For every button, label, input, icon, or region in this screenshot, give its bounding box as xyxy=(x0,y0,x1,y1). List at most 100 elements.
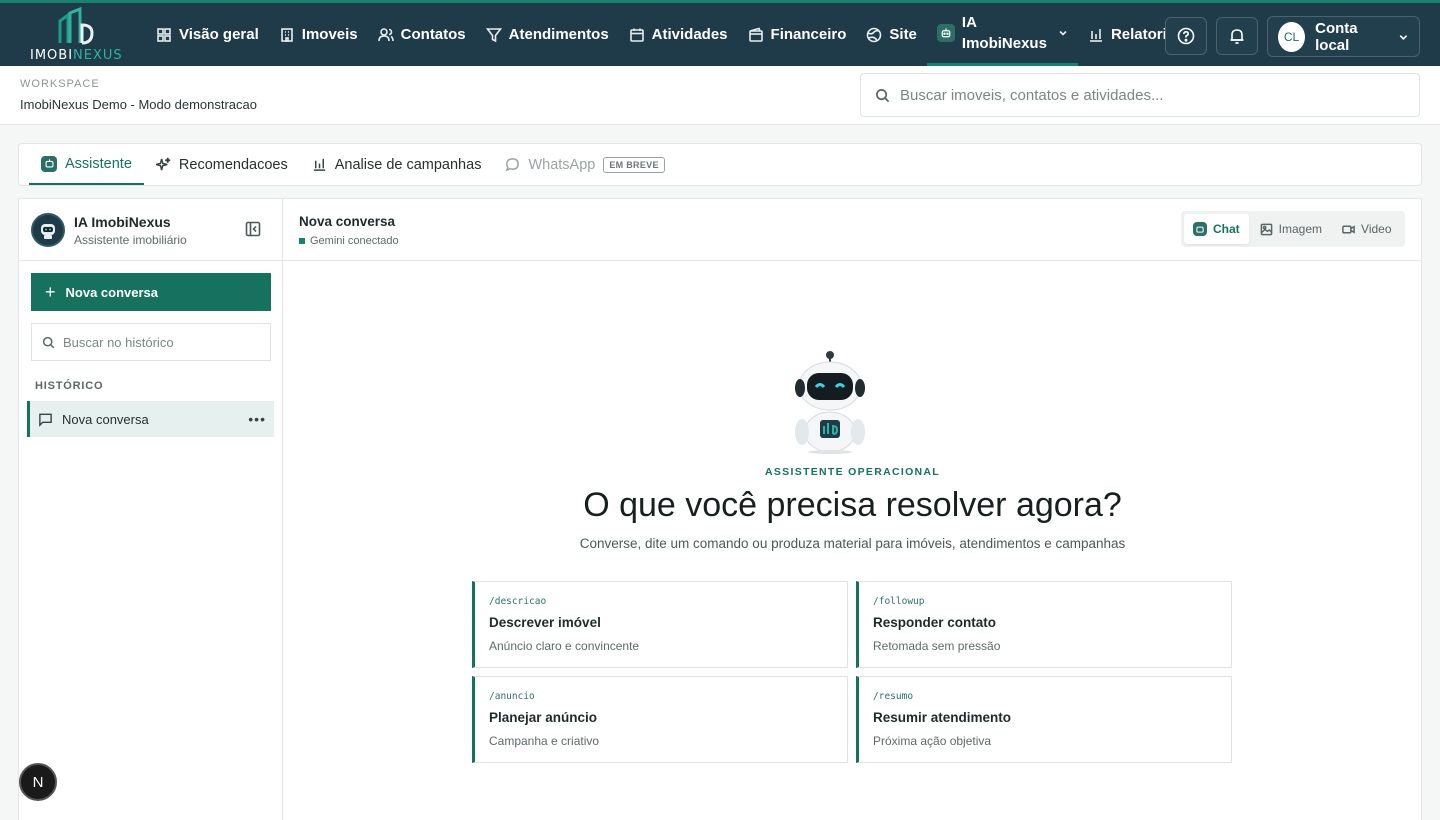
workspace-label: WORKSPACE xyxy=(20,78,100,90)
chat-bubble-icon xyxy=(506,158,520,172)
nav-item-label: Site xyxy=(889,26,917,43)
imobinexus-logo[interactable]: IMOBINEXUS xyxy=(26,6,126,65)
dev-tools-badge[interactable]: N xyxy=(19,763,57,801)
tab-analise-campanhas[interactable]: Analise de campanhas xyxy=(300,144,494,185)
sidebar-subtitle: Assistente imobiliário xyxy=(74,233,187,247)
connection-status-label: Gemini conectado xyxy=(310,235,399,247)
mode-imagem[interactable]: Imagem xyxy=(1251,214,1331,244)
ia-tabs: Assistente Recomendacoes Analise de camp… xyxy=(18,143,1422,186)
global-search-placeholder: Buscar imoveis, contatos e atividades... xyxy=(900,86,1164,104)
avatar: CL xyxy=(1278,21,1306,52)
help-button[interactable] xyxy=(1165,17,1207,55)
logo-mark-icon xyxy=(58,6,94,45)
new-conversation-button[interactable]: + Nova conversa xyxy=(31,273,271,311)
tab-recomendacoes[interactable]: Recomendacoes xyxy=(144,144,300,185)
more-options-icon[interactable]: ••• xyxy=(248,411,266,427)
calendar-icon xyxy=(629,28,644,42)
chat-header: Nova conversa Gemini conectado Chat Imag… xyxy=(283,199,1421,261)
users-icon xyxy=(377,27,394,41)
notifications-button[interactable] xyxy=(1216,17,1258,55)
nav-item-imoveis[interactable]: Imoveis xyxy=(269,3,368,66)
command-subtitle: Retomada sem pressão xyxy=(873,639,1001,653)
nav-item-label: Atendimentos xyxy=(508,26,609,43)
grid-icon xyxy=(157,27,171,42)
history-search-input[interactable]: Buscar no histórico xyxy=(31,323,271,361)
logo-word: IMOBINEXUS xyxy=(30,48,123,63)
nav-item-visao-geral[interactable]: Visão geral xyxy=(146,3,269,66)
quick-command-card[interactable]: /anuncio Planejar anúncio Campanha e cri… xyxy=(472,676,848,763)
tab-label: WhatsApp xyxy=(528,156,596,173)
quick-command-card[interactable]: /resumo Resumir atendimento Próxima ação… xyxy=(856,676,1232,763)
bot-icon xyxy=(41,155,57,172)
mode-switcher: Chat Imagem Video xyxy=(1181,211,1405,247)
connection-status: Gemini conectado xyxy=(299,235,399,247)
plus-icon: + xyxy=(45,282,56,302)
building-icon xyxy=(280,27,293,42)
conversation-title: Nova conversa xyxy=(299,214,396,229)
nav-item-site[interactable]: Site xyxy=(856,3,927,66)
quick-command-card[interactable]: /descricao Descrever imóvel Anúncio clar… xyxy=(472,581,848,668)
panel-collapse-icon xyxy=(245,221,261,237)
image-icon xyxy=(1260,223,1273,235)
command-slug: /followup xyxy=(873,596,925,607)
command-subtitle: Anúncio claro e convincente xyxy=(489,639,640,653)
top-navbar: IMOBINEXUS Visão geral Imoveis Contatos … xyxy=(0,0,1440,66)
chevron-down-icon xyxy=(1059,30,1067,36)
account-menu[interactable]: CL Conta local xyxy=(1267,16,1420,57)
sidebar-header: IA ImobiNexus Assistente imobiliário xyxy=(19,199,282,261)
tab-label: Recomendacoes xyxy=(178,156,288,173)
history-item-label: Nova conversa xyxy=(62,411,149,427)
help-circle-icon xyxy=(1177,27,1195,45)
command-slug: /descricao xyxy=(489,596,547,607)
bell-icon xyxy=(1230,29,1244,44)
account-label: Conta local xyxy=(1315,19,1358,54)
video-icon xyxy=(1342,224,1355,234)
quick-commands: /descricao Descrever imóvel Anúncio clar… xyxy=(472,581,1232,763)
bar-chart-icon xyxy=(313,158,325,171)
mode-label: Imagem xyxy=(1278,222,1323,236)
command-title: Resumir atendimento xyxy=(873,710,1012,725)
command-slug: /resumo xyxy=(873,691,914,702)
new-conversation-label: Nova conversa xyxy=(65,284,159,300)
nav-item-atividades[interactable]: Atividades xyxy=(619,3,738,66)
status-dot xyxy=(299,238,305,244)
command-title: Planejar anúncio xyxy=(489,710,598,725)
search-icon xyxy=(42,336,55,348)
hero-subtitle: Converse, dite um comando ou produza mat… xyxy=(579,536,1126,551)
mode-label: Video xyxy=(1361,222,1392,236)
robot-mascot-icon xyxy=(795,351,865,454)
global-search-input[interactable]: Buscar imoveis, contatos e atividades... xyxy=(860,73,1420,117)
history-item[interactable]: Nova conversa ••• xyxy=(27,401,274,437)
nav-item-atendimentos[interactable]: Atendimentos xyxy=(476,3,619,66)
mode-chat[interactable]: Chat xyxy=(1184,214,1249,244)
tab-whatsapp[interactable]: WhatsApp EM BREVE xyxy=(493,144,676,185)
mode-label: Chat xyxy=(1213,222,1240,236)
nav-item-label: Atividades xyxy=(651,26,728,43)
workspace-bar: WORKSPACE ImobiNexus Demo - Modo demonst… xyxy=(0,66,1440,125)
quick-command-card[interactable]: /followup Responder contato Retomada sem… xyxy=(856,581,1232,668)
mode-video[interactable]: Video xyxy=(1333,214,1400,244)
workspace-name: ImobiNexus Demo - Modo demonstracao xyxy=(20,97,257,112)
main-nav: Visão geral Imoveis Contatos Atendimento… xyxy=(146,3,1194,66)
nav-item-label: Contatos xyxy=(400,26,466,43)
hero-eyebrow: ASSISTENTE OPERACIONAL xyxy=(764,466,941,478)
command-slug: /anuncio xyxy=(489,691,535,702)
hero-title: O que você precisa resolver agora? xyxy=(583,486,1122,524)
command-title: Responder contato xyxy=(873,615,997,630)
tab-label: Analise de campanhas xyxy=(334,156,482,173)
nav-item-contatos[interactable]: Contatos xyxy=(368,3,476,66)
wallet-icon xyxy=(748,27,763,42)
tab-assistente[interactable]: Assistente xyxy=(29,144,144,185)
bot-icon xyxy=(936,24,955,42)
command-title: Descrever imóvel xyxy=(489,615,601,630)
nav-item-label: Financeiro xyxy=(770,26,847,43)
tab-label: Assistente xyxy=(65,155,132,172)
chat-sidebar: IA ImobiNexus Assistente imobiliário + N… xyxy=(19,199,283,820)
collapse-sidebar-button[interactable] xyxy=(245,221,263,239)
nav-item-financeiro[interactable]: Financeiro xyxy=(738,3,857,66)
nav-item-ia-imobinexus[interactable]: IA ImobiNexus xyxy=(926,3,1078,66)
sparkles-icon xyxy=(155,157,171,171)
sidebar-title: IA ImobiNexus xyxy=(74,214,171,230)
filter-icon xyxy=(485,27,502,42)
coming-soon-badge: EM BREVE xyxy=(603,156,665,173)
